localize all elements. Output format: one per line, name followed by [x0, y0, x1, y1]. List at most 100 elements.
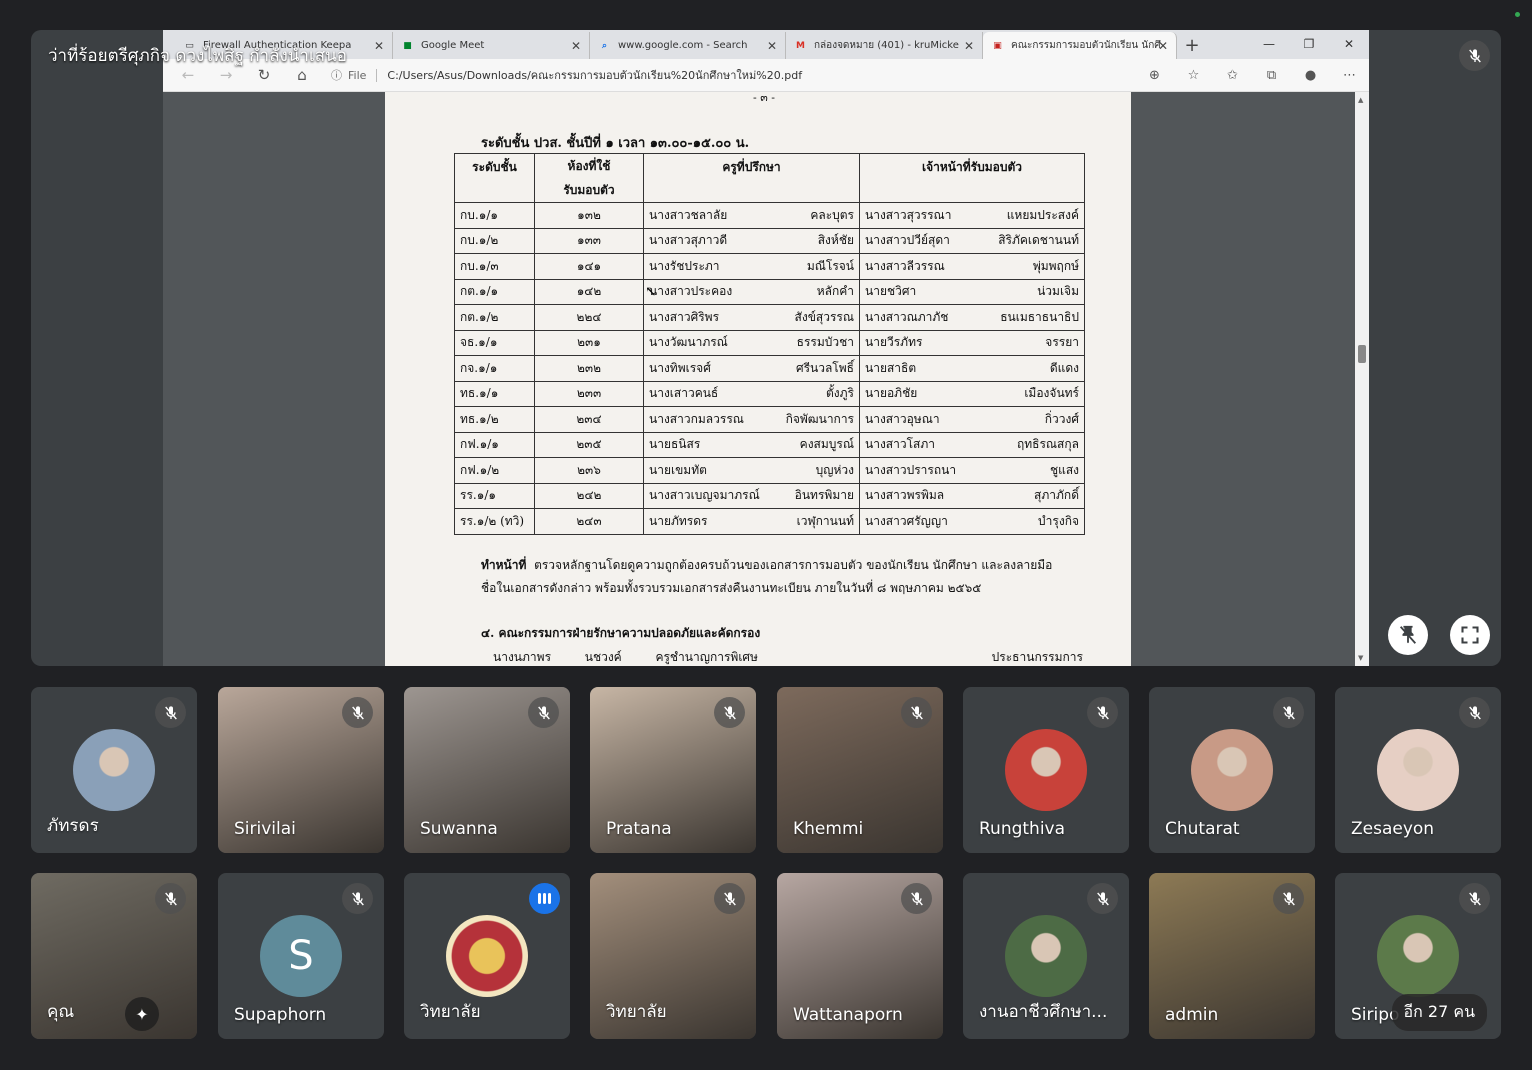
- mic-off-icon: [1273, 697, 1304, 728]
- tab-gmail[interactable]: M กล่องจดหมาย (401) - kruMicke ✕: [786, 32, 983, 59]
- participant-name: Rungthiva: [979, 819, 1066, 839]
- tab-title: คณะกรรมการมอบตัวนักเรียน นักศึ: [1011, 40, 1161, 51]
- participant-tile[interactable]: วิทยาลัย: [590, 873, 756, 1039]
- table-row: ทธ.๑/๒ ๒๓๔ นางสาวกมลวรรณ กิจพัฒนาการ นางส…: [454, 406, 1085, 433]
- browser-window: ▭ Firewall Authentication Keepa ✕ ■ Google …: [163, 30, 1369, 666]
- cell-advisor: นางทิพเรจศ์ ศรีนวลโพธิ์: [643, 355, 860, 382]
- unpin-button[interactable]: [1388, 615, 1428, 655]
- table-row: ทธ.๑/๑ ๒๓๓ นางเสาวคนธ์ ตั้งภูริ นายอภิชัย…: [454, 380, 1085, 407]
- info-icon[interactable]: ⓘ: [331, 67, 342, 83]
- pdf-scrollbar[interactable]: ▲ ▼: [1355, 92, 1369, 666]
- mic-off-icon: [155, 697, 186, 728]
- zoom-icon[interactable]: ⊕: [1135, 68, 1174, 83]
- tab-google-search[interactable]: ⌕ www.google.com - Search ✕: [590, 32, 786, 59]
- mouse-cursor: ↖: [645, 284, 657, 300]
- cell-staff: นางสาวปรารถนา ชูแสง: [859, 457, 1085, 484]
- col-header-level: ระดับชั้น: [454, 153, 535, 203]
- pdf-viewer[interactable]: - ๓ - ระดับชั้น ปวส. ชั้นปีที่ ๑ เวลา ๑๓…: [163, 92, 1355, 666]
- participant-tile[interactable]: Khemmi: [777, 687, 943, 853]
- cell-level: กบ.๑/๑: [454, 202, 535, 229]
- more-icon[interactable]: ⋯: [1330, 68, 1369, 83]
- mic-off-icon: [714, 697, 745, 728]
- tab-pdf[interactable]: ▣ คณะกรรมการมอบตัวนักเรียน นักศึ ✕: [983, 32, 1177, 59]
- minimize-icon[interactable]: —: [1249, 30, 1289, 59]
- section-4-heading: ๔. คณะกรรมการฝ่ายรักษาความปลอดภัยและคัดก…: [481, 626, 761, 640]
- cell-staff: นางสาวณภาภัช ธนเมธาธนาธิป: [859, 304, 1085, 331]
- close-icon[interactable]: ✕: [964, 39, 974, 53]
- participant-tile[interactable]: Sirivilai: [218, 687, 384, 853]
- table-row: กฟ.๑/๒ ๒๓๖ นายเขมทัต บุญห่วง นางสาวปรารถน…: [454, 457, 1085, 484]
- mic-off-icon: [1087, 883, 1118, 914]
- participant-tile[interactable]: S Supaphorn: [218, 873, 384, 1039]
- cell-level: กจ.๑/๑: [454, 355, 535, 382]
- scroll-up-icon[interactable]: ▲: [1358, 96, 1363, 104]
- cell-level: รร.๑/๑: [454, 482, 535, 509]
- restore-icon[interactable]: ❐: [1289, 30, 1329, 59]
- participant-name: Suwanna: [420, 819, 498, 839]
- cell-advisor: นางรัชประภา มณีโรจน์: [643, 253, 860, 280]
- participant-name: วิทยาลัย: [420, 1002, 481, 1022]
- address-bar[interactable]: ⓘ File C:/Users/Asus/Downloads/คณะกรรมกา…: [331, 66, 1131, 84]
- table-row: กต.๑/๑ ๑๔๒ นางสาวประคอง หลักคำ นายชวิศา น่…: [454, 278, 1085, 305]
- cell-level: จธ.๑/๑: [454, 329, 535, 356]
- cell-advisor: นางเสาวคนธ์ ตั้งภูริ: [643, 380, 860, 407]
- pdf-icon: ▣: [993, 40, 1002, 51]
- participant-tile[interactable]: Siripo อีก 27 คน: [1335, 873, 1501, 1039]
- profile-icon[interactable]: ●: [1291, 68, 1330, 83]
- mic-off-icon: [1273, 883, 1304, 914]
- cell-staff: นายอภิชัย เมืองจันทร์: [859, 380, 1085, 407]
- mic-off-icon: [1087, 697, 1118, 728]
- collections-icon[interactable]: ⧉: [1252, 68, 1291, 83]
- favorite-add-icon[interactable]: ☆: [1174, 68, 1213, 83]
- participant-name: Sirivilai: [234, 819, 296, 839]
- table-row: กบ.๑/๒ ๑๓๓ นางสาวสุภาวดี สิงห์ชัย นางสาวป…: [454, 227, 1085, 254]
- participant-tile[interactable]: admin: [1149, 873, 1315, 1039]
- close-icon[interactable]: ✕: [571, 39, 581, 53]
- participant-name: Zesaeyon: [1351, 819, 1435, 839]
- col-header-staff: เจ้าหน้าที่รับมอบตัว: [859, 153, 1085, 203]
- avatar: [1377, 729, 1459, 811]
- col-header-room: ห้องที่ใช้ รับมอบตัว: [534, 153, 644, 203]
- meet-icon: ■: [403, 40, 412, 51]
- mic-off-icon: [714, 883, 745, 914]
- participant-tile[interactable]: คุณ ✦: [31, 873, 197, 1039]
- participant-tile[interactable]: Pratana: [590, 687, 756, 853]
- participant-tile[interactable]: วิทยาลัย: [404, 873, 570, 1039]
- participant-name: admin: [1165, 1005, 1219, 1025]
- mic-off-icon: [155, 883, 186, 914]
- effects-button[interactable]: ✦: [125, 997, 159, 1031]
- cell-advisor: นางสาวประคอง หลักคำ: [643, 278, 860, 305]
- close-icon[interactable]: ✕: [374, 39, 384, 53]
- participant-tile[interactable]: Rungthiva: [963, 687, 1129, 853]
- close-icon[interactable]: ✕: [767, 39, 777, 53]
- participant-tile[interactable]: Suwanna: [404, 687, 570, 853]
- cell-staff: นางสาวปวีย์สุดา สิริภัคเดชานนท์: [859, 227, 1085, 254]
- scroll-down-icon[interactable]: ▼: [1358, 654, 1363, 662]
- cell-room: ๒๒๔: [534, 304, 644, 331]
- participant-tile[interactable]: Chutarat: [1149, 687, 1315, 853]
- tab-google-meet[interactable]: ■ Google Meet ✕: [393, 32, 590, 59]
- duty-label: ทำหน้าที่: [481, 558, 527, 572]
- pdf-page: - ๓ - ระดับชั้น ปวส. ชั้นปีที่ ๑ เวลา ๑๓…: [385, 92, 1131, 666]
- more-participants-badge[interactable]: อีก 27 คน: [1391, 994, 1487, 1031]
- fullscreen-button[interactable]: [1450, 615, 1490, 655]
- cell-room: ๒๓๒: [534, 355, 644, 382]
- tab-title: www.google.com - Search: [618, 40, 748, 51]
- new-tab-button[interactable]: +: [1177, 32, 1207, 59]
- cell-staff: นางสาวสุวรรณา แหยมประสงค์: [859, 202, 1085, 229]
- participant-tile[interactable]: ภัทรดร: [31, 687, 197, 853]
- participant-tile[interactable]: Wattanaporn: [777, 873, 943, 1039]
- participant-name: Pratana: [606, 819, 672, 839]
- cell-room: ๒๓๖: [534, 457, 644, 484]
- close-window-icon[interactable]: ✕: [1329, 30, 1369, 59]
- cell-level: กต.๑/๒: [454, 304, 535, 331]
- close-icon[interactable]: ✕: [1158, 39, 1168, 53]
- participant-tile[interactable]: งานอาชีวศึกษา...: [963, 873, 1129, 1039]
- favorites-icon[interactable]: ✩: [1213, 68, 1252, 83]
- participant-tile[interactable]: Zesaeyon: [1335, 687, 1501, 853]
- scroll-thumb[interactable]: [1358, 345, 1366, 363]
- cell-staff: นางสาวโสภา ฤทธิรณสกุล: [859, 431, 1085, 458]
- mic-off-icon: [342, 883, 373, 914]
- cell-room: ๑๓๓: [534, 227, 644, 254]
- cell-level: กต.๑/๑: [454, 278, 535, 305]
